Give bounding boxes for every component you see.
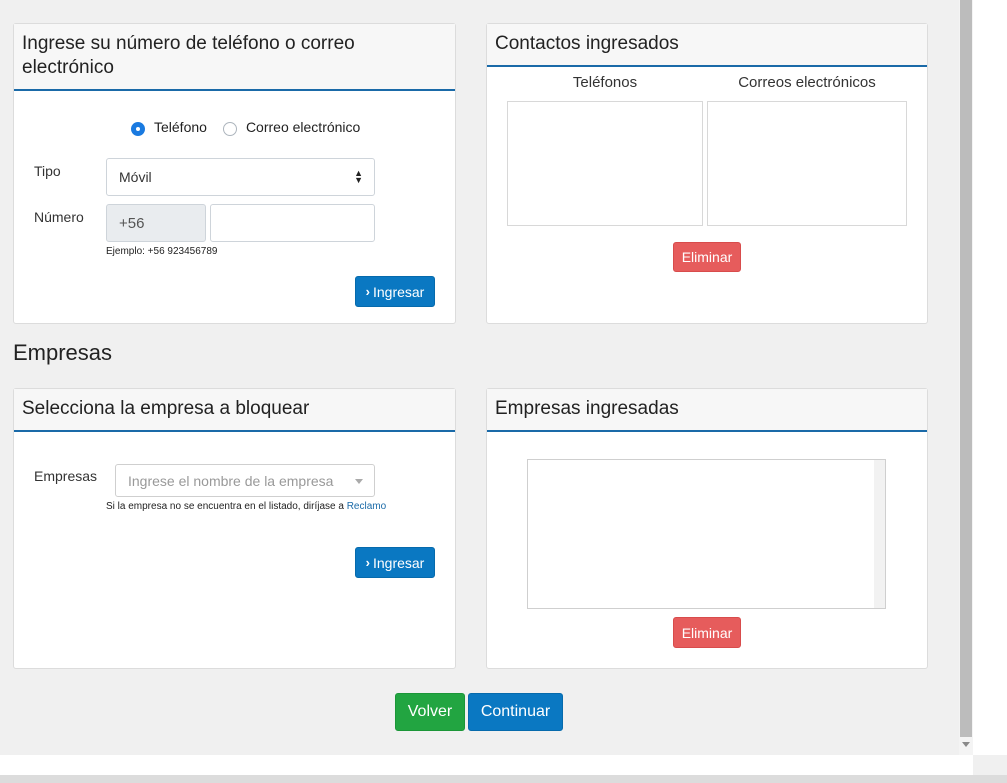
window-margin [973, 0, 1007, 755]
company-search-placeholder: Ingrese el nombre de la empresa [128, 472, 334, 489]
type-label: Tipo [34, 163, 61, 179]
scroll-down-arrow-icon[interactable] [962, 742, 970, 747]
type-select[interactable]: Móvil ▲ ▼ [106, 158, 375, 196]
radio-email-label: Correo electrónico [245, 119, 361, 135]
chevron-right-icon: › [365, 284, 370, 299]
company-help-message: Si la empresa no se encuentra en el list… [106, 501, 344, 512]
emails-column-header: Correos electrónicos [738, 74, 876, 91]
emails-list[interactable] [707, 101, 907, 226]
companies-list[interactable] [527, 459, 886, 609]
company-form-panel: Selecciona la empresa a bloquear [13, 388, 456, 669]
window-bottom-strip [0, 755, 973, 775]
companies-list-scrollbar[interactable] [874, 460, 885, 608]
add-company-label: Ingresar [372, 554, 425, 571]
contact-type-radios: Teléfono Correo electrónico [117, 118, 360, 136]
phones-list[interactable] [507, 101, 703, 226]
page-content: Ingrese su número de teléfono o correo e… [0, 0, 959, 755]
type-select-value: Móvil [119, 169, 152, 185]
radio-email[interactable]: Correo electrónico [222, 118, 361, 136]
delete-company-button[interactable]: Eliminar [673, 617, 741, 648]
add-company-button[interactable]: › Ingresar [355, 547, 435, 578]
number-label: Número [34, 209, 84, 225]
phone-example: Ejemplo: +56 923456789 [106, 246, 218, 257]
claim-link[interactable]: Reclamo [347, 501, 386, 512]
add-contact-label: Ingresar [372, 283, 425, 300]
contacts-panel-title: Contactos ingresados [487, 24, 927, 67]
company-form-title: Selecciona la empresa a bloquear [14, 389, 455, 432]
chevron-right-icon: › [365, 555, 370, 570]
back-button[interactable]: Volver [395, 693, 465, 731]
radio-phone[interactable]: Teléfono [131, 118, 207, 136]
dropdown-arrow-icon [355, 479, 363, 484]
country-prefix: +56 [106, 204, 206, 242]
radio-phone-label: Teléfono [154, 119, 207, 135]
companies-panel-title: Empresas ingresadas [487, 389, 927, 432]
company-search-combo[interactable]: Ingrese el nombre de la empresa [115, 464, 375, 497]
phone-number-input[interactable] [210, 204, 375, 242]
company-help-text: Si la empresa no se encuentra en el list… [106, 501, 386, 512]
select-caret-icon: ▲ ▼ [354, 168, 363, 185]
continue-button[interactable]: Continuar [468, 693, 563, 731]
companies-label: Empresas [34, 468, 98, 484]
window-bottom-edge [0, 775, 1007, 783]
companies-section-title: Empresas [13, 340, 113, 365]
add-contact-button[interactable]: › Ingresar [355, 276, 435, 307]
page-scrollbar-thumb[interactable] [960, 0, 972, 737]
delete-contact-button[interactable]: Eliminar [673, 242, 741, 272]
radio-email-indicator[interactable] [222, 122, 237, 136]
contact-form-title: Ingrese su número de teléfono o correo e… [14, 24, 455, 91]
page-scrollbar[interactable] [959, 0, 973, 755]
radio-phone-indicator[interactable] [131, 122, 145, 136]
phones-column-header: Teléfonos [572, 74, 638, 91]
